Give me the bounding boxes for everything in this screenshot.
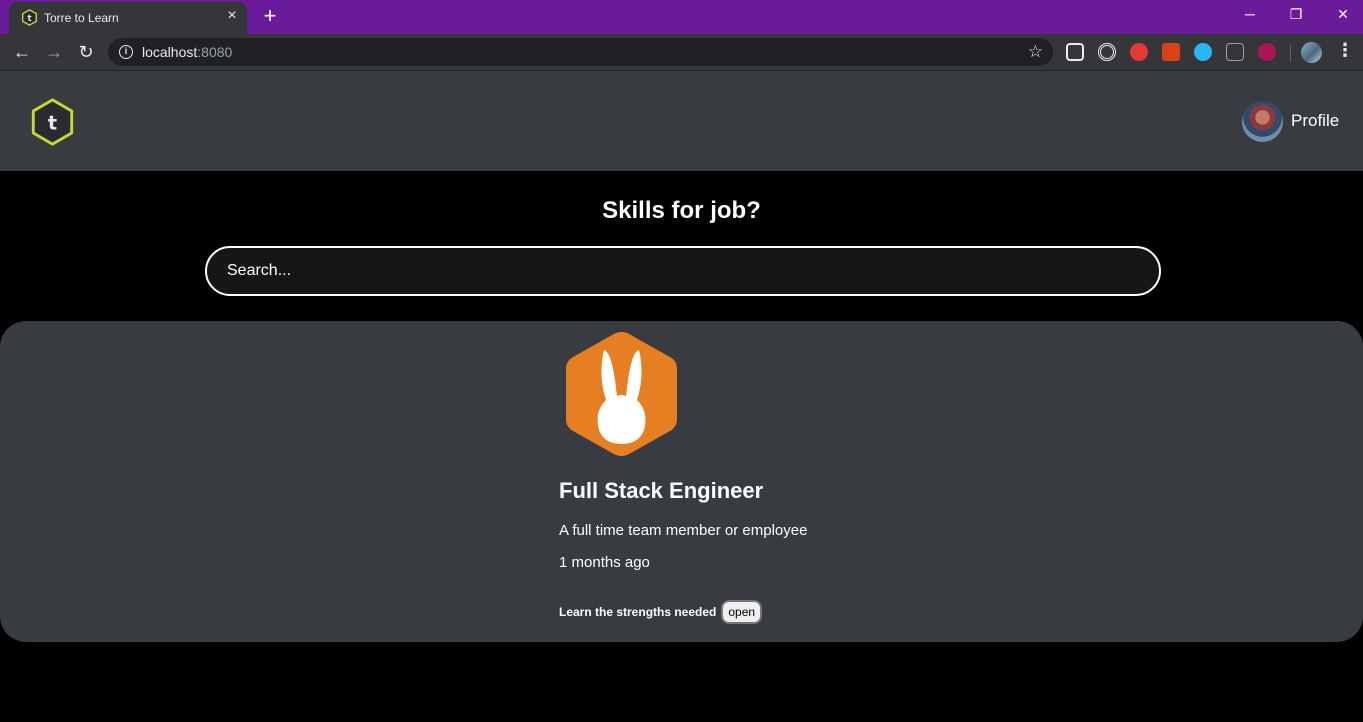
browser-toolbar: ← → ↻ i localhost:8080 ☆ ⋮: [0, 34, 1363, 71]
browser-tab-strip: t Torre to Learn × + ─ ❐ ✕: [0, 0, 1363, 34]
forward-icon[interactable]: →: [43, 41, 65, 63]
learn-strengths-label: Learn the strengths needed: [559, 605, 717, 619]
plus-icon[interactable]: +: [259, 5, 281, 27]
rabbit-logo-icon: [566, 332, 677, 456]
back-icon[interactable]: ←: [11, 41, 33, 63]
bookmark-star-icon[interactable]: ☆: [1028, 42, 1043, 62]
target-extension-icon[interactable]: [1098, 43, 1116, 61]
svg-text:t: t: [27, 14, 31, 24]
more-menu-icon[interactable]: ⋮: [1336, 40, 1354, 61]
window-close-icon[interactable]: ✕: [1333, 4, 1353, 24]
info-icon[interactable]: i: [119, 45, 133, 59]
logo-letter: t: [48, 112, 57, 135]
url-text: localhost:8080: [142, 44, 232, 60]
avatar[interactable]: [1242, 100, 1283, 142]
open-button[interactable]: open: [721, 600, 763, 624]
browser-tab[interactable]: t Torre to Learn ×: [9, 2, 247, 34]
close-icon[interactable]: ×: [224, 8, 240, 24]
url-host: localhost: [142, 44, 198, 60]
url-port: :8080: [197, 44, 233, 60]
tab-title: Torre to Learn: [44, 11, 119, 25]
browser-profile-avatar[interactable]: [1301, 42, 1322, 63]
torre-logo-icon[interactable]: t: [30, 98, 75, 146]
restore-icon[interactable]: ❐: [1286, 4, 1306, 24]
profile-link[interactable]: Profile: [1242, 100, 1339, 142]
search-input[interactable]: [205, 246, 1161, 296]
json-extension-icon[interactable]: [1226, 43, 1244, 61]
job-card: Full Stack Engineer A full time team mem…: [0, 321, 1363, 642]
job-posted-time: 1 months ago: [559, 554, 650, 571]
job-title[interactable]: Full Stack Engineer: [559, 478, 763, 504]
learn-strengths-row: Learn the strengths needed open: [559, 600, 763, 624]
minimize-icon[interactable]: ─: [1240, 4, 1260, 24]
profile-label[interactable]: Profile: [1291, 111, 1339, 131]
address-bar[interactable]: i localhost:8080 ☆: [108, 38, 1053, 66]
reload-icon[interactable]: ↻: [75, 41, 97, 63]
job-type: A full time team member or employee: [559, 522, 808, 539]
download-extension-icon[interactable]: [1258, 43, 1276, 61]
page-title: Skills for job?: [602, 197, 761, 224]
toolbar-separator: [1290, 44, 1291, 62]
app-header: t Profile: [0, 71, 1363, 171]
pocket-extension-icon[interactable]: [1066, 43, 1084, 61]
torre-favicon-icon: t: [22, 9, 37, 26]
stop-extension-icon[interactable]: [1130, 43, 1148, 61]
circle-extension-icon[interactable]: [1194, 43, 1212, 61]
grid-extension-icon[interactable]: [1162, 43, 1180, 61]
